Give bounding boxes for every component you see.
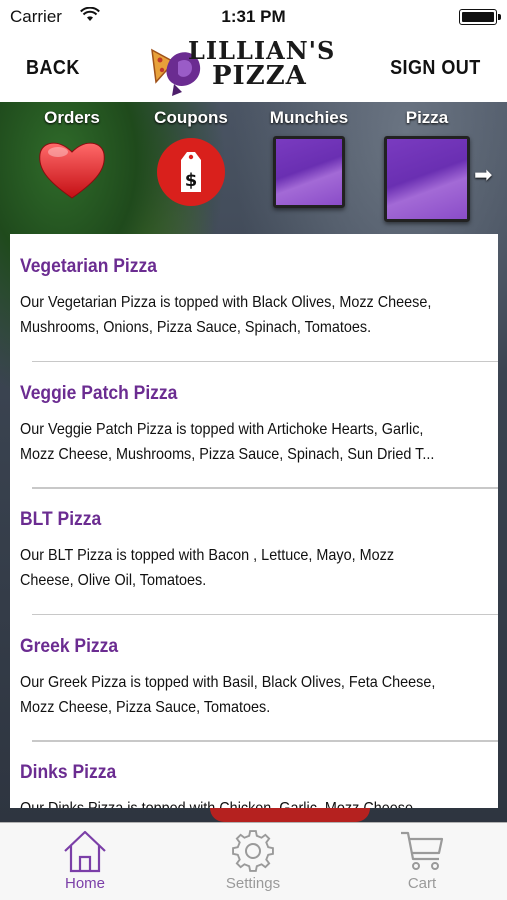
nav-bar: BACK LILLIAN'S PIZZA SIGN OUT <box>0 34 507 102</box>
item-title: Veggie Patch Pizza <box>20 382 178 404</box>
item-description-line: Mushrooms, Onions, Pizza Sauce, Spinach,… <box>20 319 372 336</box>
category-pizza[interactable]: Pizza <box>380 102 474 222</box>
item-description-line: Our Veggie Patch Pizza is topped with Ar… <box>20 420 424 438</box>
category-label: Munchies <box>269 108 349 127</box>
item-description: Our Greek Pizza is topped with Basil, Bl… <box>20 670 479 720</box>
tab-cart[interactable]: Cart <box>372 829 472 892</box>
svg-text:$: $ <box>185 170 198 191</box>
tab-bar: Home Settings Cart <box>0 822 507 900</box>
item-title: Vegetarian Pizza <box>20 256 157 277</box>
tab-settings[interactable]: Settings <box>203 829 303 892</box>
menu-list[interactable]: Vegetarian Pizza Our Vegetarian Pizza is… <box>10 234 498 808</box>
tab-label: Cart <box>407 875 437 892</box>
logo-text-line2: PIZZA <box>212 61 307 91</box>
battery-icon <box>459 9 501 25</box>
item-description: Our BLT Pizza is topped with Bacon , Let… <box>20 543 479 593</box>
item-description-line: Mozz Cheese, Pizza Sauce, Tomatoes. <box>20 698 271 716</box>
clock: 1:31 PM <box>221 7 286 26</box>
item-title: BLT Pizza <box>20 509 102 530</box>
cart-icon <box>401 831 444 870</box>
list-item[interactable]: Greek Pizza Our Greek Pizza is topped wi… <box>10 613 498 741</box>
category-row: Orders Coupons $ Munchies Pizza ➡ <box>0 102 507 230</box>
tab-label: Settings <box>225 875 281 892</box>
back-button[interactable]: BACK <box>26 57 80 80</box>
app-logo: LILLIAN'S PIZZA <box>148 36 356 100</box>
arrow-right-icon[interactable]: ➡ <box>474 162 492 188</box>
item-description-line: Our Vegetarian Pizza is topped with Blac… <box>20 294 432 311</box>
item-title: Greek Pizza <box>20 635 119 657</box>
list-item[interactable]: BLT Pizza Our BLT Pizza is topped with B… <box>10 487 498 614</box>
tab-home[interactable]: Home <box>35 829 135 892</box>
list-item[interactable]: Dinks Pizza Our Dinks Pizza is topped wi… <box>10 740 498 808</box>
pizza-tile-icon <box>384 136 470 222</box>
category-munchies[interactable]: Munchies <box>266 102 352 208</box>
tab-label: Home <box>64 875 105 892</box>
gear-icon <box>232 830 274 872</box>
category-label: Coupons <box>154 108 228 127</box>
category-label: Orders <box>44 108 100 127</box>
sign-out-button[interactable]: SIGN OUT <box>390 57 481 80</box>
home-icon <box>64 830 106 873</box>
price-tag-icon: $ <box>157 138 225 206</box>
list-item[interactable]: Vegetarian Pizza Our Vegetarian Pizza is… <box>10 234 498 361</box>
item-description-line: Mozz Cheese, Mushrooms, Pizza Sauce, Spi… <box>20 445 435 463</box>
munchies-tile-icon <box>273 136 345 208</box>
item-description: Our Dinks Pizza is topped with Chicken, … <box>20 796 479 808</box>
heart-icon <box>39 142 105 199</box>
item-description-line: Our Dinks Pizza is topped with Chicken, … <box>20 796 479 808</box>
item-description-line: Our BLT Pizza is topped with Bacon , Let… <box>20 547 395 564</box>
item-description: Our Vegetarian Pizza is topped with Blac… <box>20 290 479 340</box>
category-coupons[interactable]: Coupons $ <box>148 102 234 208</box>
category-label: Pizza <box>405 108 449 127</box>
item-title: Dinks Pizza <box>20 762 117 783</box>
item-description: Our Veggie Patch Pizza is topped with Ar… <box>20 417 479 467</box>
status-bar: Carrier 1:31 PM <box>0 0 507 34</box>
item-description-line: Our Greek Pizza is topped with Basil, Bl… <box>20 673 436 691</box>
item-description-line: Cheese, Olive Oil, Tomatoes. <box>20 572 207 589</box>
list-item[interactable]: Veggie Patch Pizza Our Veggie Patch Pizz… <box>10 360 498 488</box>
category-orders[interactable]: Orders <box>30 102 114 202</box>
background-decoration <box>210 808 370 822</box>
